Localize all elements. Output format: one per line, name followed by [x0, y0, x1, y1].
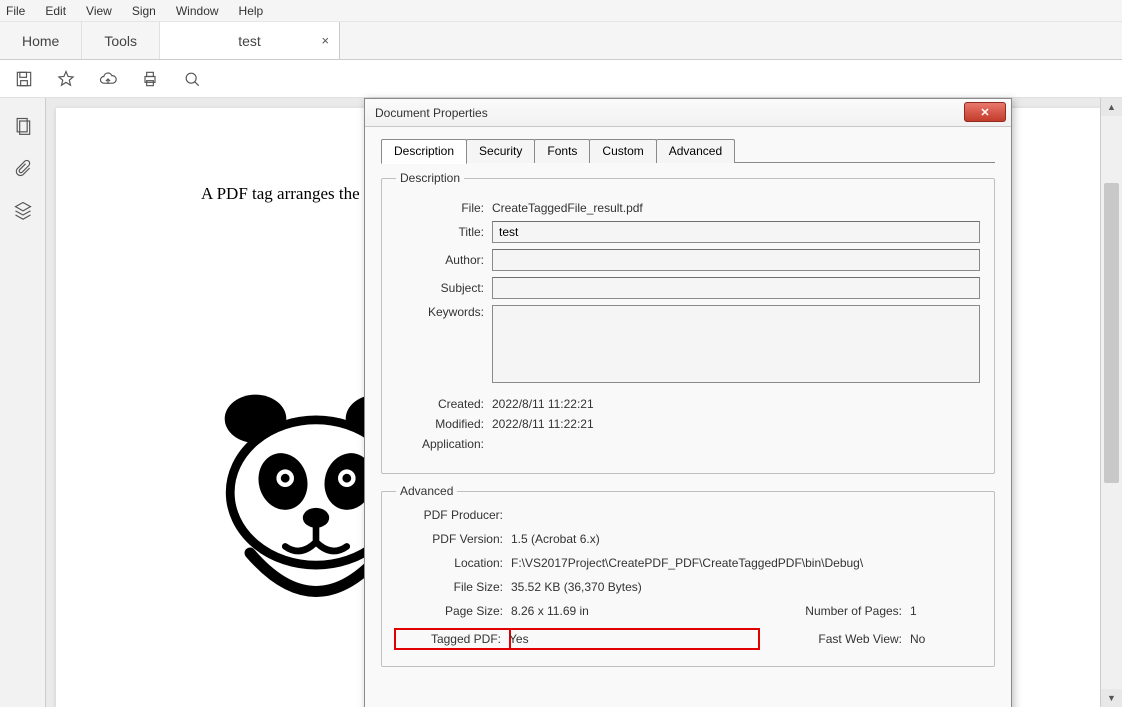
author-label: Author: — [396, 253, 492, 267]
dialog-title: Document Properties — [375, 106, 488, 120]
tab-fonts[interactable]: Fonts — [534, 139, 590, 163]
subject-input[interactable] — [492, 277, 980, 299]
advanced-group-label: Advanced — [396, 484, 457, 498]
pagesize-value: 8.26 x 11.69 in — [511, 604, 760, 618]
app-tabs: Home Tools test × — [0, 22, 1122, 60]
menu-edit[interactable]: Edit — [35, 4, 76, 18]
author-input[interactable] — [492, 249, 980, 271]
scroll-down-icon[interactable]: ▼ — [1101, 689, 1122, 707]
menu-sign[interactable]: Sign — [122, 4, 166, 18]
content-zone: ◀ A PDF tag arranges the — [0, 98, 1122, 707]
subject-label: Subject: — [396, 281, 492, 295]
producer-label: PDF Producer: — [396, 508, 511, 522]
version-value: 1.5 (Acrobat 6.x) — [511, 532, 980, 546]
tab-tools[interactable]: Tools — [82, 22, 160, 59]
save-icon[interactable] — [14, 69, 34, 89]
fastweb-value: No — [910, 632, 980, 646]
document-properties-dialog: Document Properties ✕ Description Securi… — [364, 98, 1012, 707]
print-icon[interactable] — [140, 69, 160, 89]
tab-description[interactable]: Description — [381, 139, 467, 164]
document-tab-close-icon[interactable]: × — [321, 33, 329, 48]
search-icon[interactable] — [182, 69, 202, 89]
dialog-title-bar[interactable]: Document Properties ✕ — [365, 99, 1011, 127]
title-input[interactable] — [492, 221, 980, 243]
created-label: Created: — [396, 397, 492, 411]
scroll-thumb[interactable] — [1104, 183, 1119, 483]
pdf-page-text: A PDF tag arranges the — [201, 184, 360, 203]
menu-file[interactable]: File — [0, 4, 35, 18]
filesize-label: File Size: — [396, 580, 511, 594]
version-label: PDF Version: — [396, 532, 511, 546]
numpages-value: 1 — [910, 604, 980, 618]
menu-view[interactable]: View — [76, 4, 122, 18]
fastweb-label: Fast Web View: — [760, 632, 910, 646]
file-label: File: — [396, 201, 492, 215]
dialog-tabstrip: Description Security Fonts Custom Advanc… — [381, 139, 995, 163]
tab-home[interactable]: Home — [0, 22, 82, 59]
attachments-icon[interactable] — [13, 158, 33, 178]
menu-window[interactable]: Window — [166, 4, 229, 18]
toolbar — [0, 60, 1122, 98]
menu-help[interactable]: Help — [229, 4, 274, 18]
pagesize-label: Page Size: — [396, 604, 511, 618]
description-group-label: Description — [396, 171, 464, 185]
numpages-label: Number of Pages: — [760, 604, 910, 618]
location-value: F:\VS2017Project\CreatePDF_PDF\CreateTag… — [511, 556, 980, 570]
tab-security[interactable]: Security — [466, 139, 535, 163]
description-group: Description File: CreateTaggedFile_resul… — [381, 171, 995, 474]
file-value: CreateTaggedFile_result.pdf — [492, 201, 980, 215]
modified-label: Modified: — [396, 417, 492, 431]
filesize-value: 35.52 KB (36,370 Bytes) — [511, 580, 980, 594]
application-label: Application: — [396, 437, 492, 451]
location-label: Location: — [396, 556, 511, 570]
star-icon[interactable] — [56, 69, 76, 89]
tab-custom[interactable]: Custom — [589, 139, 656, 163]
created-value: 2022/8/11 11:22:21 — [492, 397, 980, 411]
advanced-group: Advanced PDF Producer: PDF Version: 1.5 … — [381, 484, 995, 667]
title-label: Title: — [396, 225, 492, 239]
tagged-value: Yes — [509, 628, 760, 650]
layers-icon[interactable] — [13, 200, 33, 220]
tab-advanced[interactable]: Advanced — [656, 139, 735, 163]
document-tab-label: test — [238, 33, 261, 49]
left-rail — [0, 98, 46, 707]
vertical-scrollbar[interactable]: ▲ ▼ — [1100, 98, 1122, 707]
document-tab[interactable]: test × — [160, 22, 340, 59]
scroll-up-icon[interactable]: ▲ — [1101, 98, 1122, 116]
menu-bar: File Edit View Sign Window Help — [0, 0, 1122, 22]
dialog-close-button[interactable]: ✕ — [964, 102, 1006, 122]
modified-value: 2022/8/11 11:22:21 — [492, 417, 980, 431]
tagged-label: Tagged PDF: — [394, 628, 511, 650]
pages-panel-icon[interactable] — [13, 116, 33, 136]
cloud-upload-icon[interactable] — [98, 69, 118, 89]
keywords-label: Keywords: — [396, 305, 492, 319]
keywords-input[interactable] — [492, 305, 980, 383]
